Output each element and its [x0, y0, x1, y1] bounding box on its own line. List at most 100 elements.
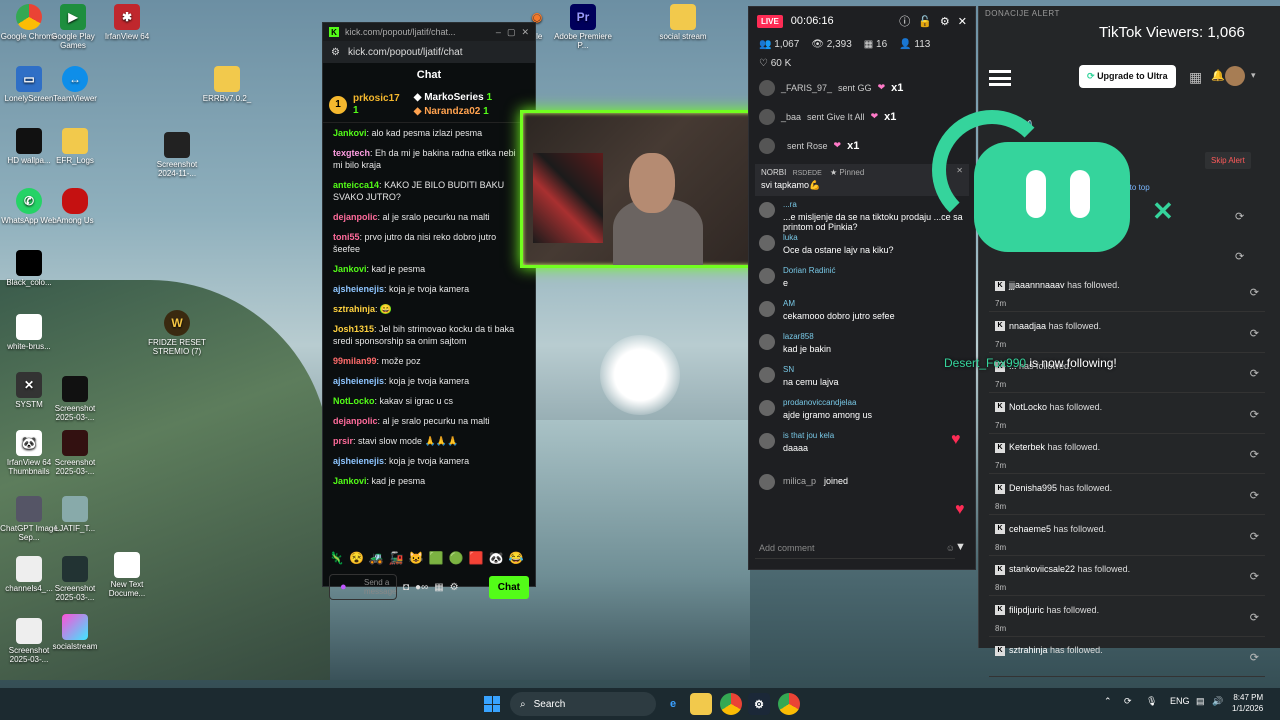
chat-message[interactable]: sztrahinja: 😄: [333, 303, 525, 315]
network-icon[interactable]: ▤: [1196, 696, 1205, 707]
taskbar-clock[interactable]: 8:47 PM 1/1/2026: [1232, 692, 1263, 714]
emote-icon[interactable]: 🚜: [369, 551, 384, 565]
chat-username[interactable]: dejanpolic: [333, 416, 378, 426]
lock-icon[interactable]: 🔓: [918, 15, 932, 28]
replay-alert-icon[interactable]: ⟳: [1250, 286, 1259, 299]
chat-message[interactable]: ajsheienejis: koja je tvoja kamera: [333, 375, 525, 387]
comment-username[interactable]: luka: [783, 233, 894, 242]
desktop-icon-white-brush[interactable]: white-brus...: [0, 314, 58, 351]
desktop-icon-socialstream[interactable]: socialstream: [46, 614, 104, 651]
emote-icon[interactable]: 🚂: [389, 551, 404, 565]
close-icon[interactable]: ✕: [521, 27, 529, 38]
desktop-icon-screenshot-2024[interactable]: Screenshot 2024-11-...: [148, 132, 206, 178]
follow-event-row[interactable]: K NotLocko has followed. 7m ⟳: [989, 394, 1265, 434]
chat-message[interactable]: Jankovi: kad je pesma: [333, 263, 525, 275]
replay-alert-icon[interactable]: ⟳: [1250, 611, 1259, 624]
settings-gear-icon[interactable]: ⚙: [450, 582, 459, 593]
emoji-icon[interactable]: ☺: [946, 543, 955, 553]
emote-icon[interactable]: 🟢: [449, 551, 464, 565]
send-chat-button[interactable]: Chat: [488, 575, 529, 599]
chat-message[interactable]: dejanpolic: al je sralo pecurku na malti: [333, 211, 525, 223]
leader-3-name[interactable]: Narandza02: [424, 106, 480, 117]
comment-username[interactable]: SN: [783, 365, 839, 374]
chat-username[interactable]: ajsheienejis: [333, 376, 384, 386]
desktop-icon-screenshot-2025-a[interactable]: Screenshot 2025-03-...: [46, 376, 104, 422]
url-bar[interactable]: ⚙ kick.com/popout/ljatif/chat: [323, 41, 535, 63]
chat-message[interactable]: Jankovi: kad je pesma: [333, 475, 525, 487]
emote-icon[interactable]: 🟩: [429, 551, 444, 565]
chat-username[interactable]: toni55: [333, 232, 360, 242]
mic-icon[interactable]: 🎙: [1146, 696, 1157, 707]
apps-grid-icon[interactable]: ▦: [1189, 69, 1202, 86]
steam-icon[interactable]: ⚙: [748, 693, 770, 715]
chat-messages-list[interactable]: Jankovi: alo kad pesma izlazi pesma texgt…: [323, 123, 535, 499]
chat-username[interactable]: ajsheienejis: [333, 284, 384, 294]
chat-username[interactable]: Jankovi: [333, 128, 367, 138]
chat-message[interactable]: anteicca14: KAKO JE BILO BUDITI BAKU SVA…: [333, 179, 525, 203]
comment-item[interactable]: Dorian Radinić e: [749, 266, 975, 299]
desktop-icon-new-text-doc[interactable]: New Text Docume...: [98, 552, 156, 598]
chat-username[interactable]: anteicca14: [333, 180, 379, 190]
chat-username[interactable]: NotLocko: [333, 396, 375, 406]
chat-username[interactable]: sztrahinja: [333, 304, 375, 314]
follow-event-row[interactable]: K Keterbek has followed. 7m ⟳: [989, 434, 1265, 475]
edge-icon[interactable]: e: [662, 693, 684, 715]
comment-item[interactable]: lazar858 kad je bakin: [749, 332, 975, 365]
chat-username[interactable]: dejanpolic: [333, 212, 378, 222]
replay-alert-icon[interactable]: ⟳: [1250, 327, 1259, 340]
comment-item[interactable]: is that jou kela daaaa: [749, 431, 975, 464]
follow-event-row[interactable]: Kjjjaaannnaaav has followed. 7m ⟳: [989, 272, 1265, 312]
comment-username[interactable]: prodanoviccandjelaa: [783, 398, 872, 407]
desktop-icon-social-stream-folder[interactable]: social stream: [654, 4, 712, 41]
chrome-icon[interactable]: [720, 693, 742, 715]
comment-username[interactable]: Dorian Radinić: [783, 266, 835, 275]
desktop-icon-screenshot-2025-b[interactable]: Screenshot 2025-03-...: [46, 430, 104, 476]
emote-icon[interactable]: 😵: [349, 551, 364, 565]
follow-event-row[interactable]: Kcehaeme5 has followed. 8m ⟳: [989, 516, 1265, 556]
emote-icon[interactable]: 🐼: [489, 551, 504, 565]
add-comment-input[interactable]: Add comment ☺: [755, 537, 955, 559]
replay-alert-icon[interactable]: ⟳: [1250, 530, 1259, 543]
maximize-icon[interactable]: ▢: [507, 27, 516, 38]
chat-message[interactable]: ajsheienejis: koja je tvoja kamera: [333, 455, 525, 467]
mic-icon[interactable]: ●: [340, 581, 347, 593]
replay-icon[interactable]: ⟳: [1235, 250, 1244, 263]
replay-alert-icon[interactable]: ⟳: [1250, 367, 1259, 380]
emote-icon[interactable]: 😺: [409, 551, 424, 565]
replay-alert-icon[interactable]: ⟳: [1250, 489, 1259, 502]
emote-icon[interactable]: 🦎: [329, 551, 344, 565]
follow-event-row[interactable]: Kstankoviicsale22 has followed. 8m ⟳: [989, 556, 1265, 597]
chevron-up-icon[interactable]: ⌃: [1104, 696, 1112, 707]
file-explorer-icon[interactable]: [690, 693, 712, 715]
chat-username[interactable]: Jankovi: [333, 264, 367, 274]
upgrade-button[interactable]: ⟳ Upgrade to Ultra: [1079, 65, 1176, 88]
chat-username[interactable]: ajsheienejis: [333, 456, 384, 466]
desktop-icon-teamviewer[interactable]: ↔ TeamViewer: [46, 66, 104, 103]
close-icon[interactable]: ✕: [958, 15, 967, 28]
chrome-profile-icon[interactable]: [778, 693, 800, 715]
follow-event-row[interactable]: Knnaadjaa has followed. 7m ⟳: [989, 313, 1265, 353]
taskbar-search[interactable]: ⌕ Search: [510, 692, 656, 716]
chat-message[interactable]: Josh1315: Jel bih strimovao kocku da ti …: [333, 323, 525, 347]
avatar[interactable]: [1225, 66, 1245, 86]
desktop-icon-efr-logs[interactable]: EFR_Logs: [46, 128, 104, 165]
replay-alert-icon[interactable]: ⟳: [1250, 651, 1259, 664]
bot-icon[interactable]: ◘: [403, 582, 409, 593]
chat-username[interactable]: Josh1315: [333, 324, 374, 334]
replay-alert-icon[interactable]: ⟳: [1250, 408, 1259, 421]
chat-message[interactable]: texgtech: Eh da mi je bakina radna etika…: [333, 147, 525, 171]
chat-message[interactable]: ajsheienejis: koja je tvoja kamera: [333, 283, 525, 295]
desktop-icon-errb[interactable]: ERRBv7.0.2_: [198, 66, 256, 103]
points-icon[interactable]: ●∞: [415, 582, 428, 593]
site-settings-icon[interactable]: ⚙: [331, 47, 340, 58]
desktop-icon-among-us[interactable]: Among Us: [46, 188, 104, 225]
replay-alert-icon[interactable]: ⟳: [1250, 448, 1259, 461]
comment-username[interactable]: is that jou kela: [783, 431, 834, 440]
language-indicator[interactable]: ENG: [1170, 696, 1190, 706]
desktop-icon-screenshot-2025-c[interactable]: Screenshot 2025-03-...: [46, 556, 104, 602]
comment-item[interactable]: prodanoviccandjelaa ajde igramo among us: [749, 398, 975, 431]
leader-1-name[interactable]: prkosic17: [353, 93, 400, 105]
follow-event-row[interactable]: Kfilipdjuric has followed. 8m ⟳: [989, 597, 1265, 637]
windows-start-icon[interactable]: [484, 696, 500, 712]
comment-username[interactable]: lazar858: [783, 332, 831, 341]
